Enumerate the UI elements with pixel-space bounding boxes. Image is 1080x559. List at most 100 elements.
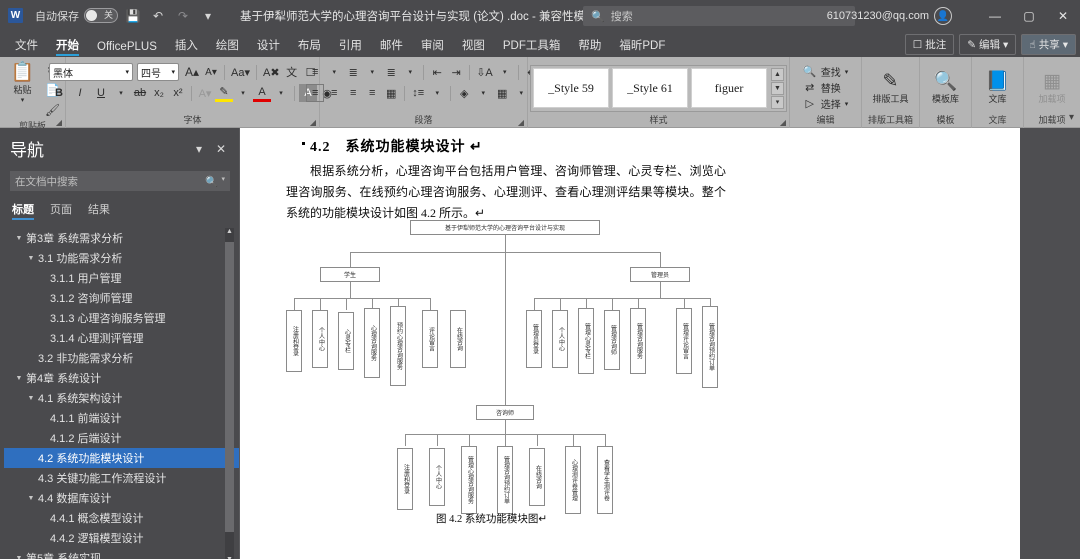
close-icon[interactable]: ✕: [210, 142, 232, 156]
font-color-icon[interactable]: A: [253, 84, 271, 102]
borders-icon[interactable]: ▦: [493, 84, 511, 102]
paste-button[interactable]: 📋 粘贴 ▾: [3, 61, 43, 105]
chevron-down-icon[interactable]: ▾: [272, 84, 290, 102]
nav-heading-item[interactable]: 4.4.2 逻辑模型设计: [4, 528, 240, 548]
chevron-down-icon[interactable]: ▾: [428, 84, 446, 102]
navigation-scrollbar[interactable]: ▲ ▼: [225, 228, 234, 559]
comments-button[interactable]: ☐ 批注: [904, 34, 955, 55]
nav-tab-results[interactable]: 结果: [88, 201, 110, 220]
document-area[interactable]: 4.2 系统功能模块设计 ↵ 根据系统分析，心理咨询平台包括用户管理、咨询师管理…: [240, 128, 1080, 559]
document-page[interactable]: 4.2 系统功能模块设计 ↵ 根据系统分析，心理咨询平台包括用户管理、咨询师管理…: [240, 128, 1020, 559]
tab-mailings[interactable]: 邮件: [371, 34, 412, 57]
nav-heading-item[interactable]: 3.1.1 用户管理: [4, 268, 240, 288]
select-button[interactable]: ▷ 选择 ▾: [803, 96, 849, 111]
chevron-down-icon[interactable]: ▾: [363, 63, 381, 81]
nav-heading-item[interactable]: 3.1.2 咨询师管理: [4, 288, 240, 308]
nav-heading-item[interactable]: 4.3 关键功能工作流程设计: [4, 468, 240, 488]
subscript-button[interactable]: x₂: [150, 84, 168, 102]
numbering-icon[interactable]: ≣: [344, 63, 362, 81]
nav-heading-item[interactable]: 3.1.4 心理测评管理: [4, 328, 240, 348]
font-size-input[interactable]: 四号 ▾: [137, 63, 179, 81]
autosave-toggle[interactable]: 关: [84, 8, 118, 23]
change-case-button[interactable]: Aa▾: [229, 63, 252, 81]
expand-arrow-icon[interactable]: ▼: [12, 375, 26, 382]
share-button[interactable]: ☝ 共享 ▾: [1021, 34, 1076, 55]
nav-heading-item[interactable]: 4.4.1 概念模型设计: [4, 508, 240, 528]
line-spacing-icon[interactable]: ↕≡: [409, 84, 427, 102]
tab-pdf-toolbox[interactable]: PDF工具箱: [494, 34, 570, 57]
expand-arrow-icon[interactable]: ▼: [24, 395, 38, 402]
expand-arrow-icon[interactable]: ▼: [24, 255, 38, 262]
tab-file[interactable]: 文件: [6, 34, 47, 57]
chevron-down-icon[interactable]: ▾: [474, 84, 492, 102]
account-info[interactable]: 610731230@qq.com 👤: [827, 7, 952, 25]
editing-mode-button[interactable]: ✎ 编辑 ▾: [959, 34, 1017, 55]
tab-insert[interactable]: 插入: [166, 34, 207, 57]
align-center-icon[interactable]: ≡: [325, 84, 343, 102]
library-button[interactable]: 📘 文库: [978, 70, 1018, 105]
underline-button[interactable]: U: [91, 84, 111, 102]
save-icon[interactable]: 💾: [123, 6, 143, 26]
navigation-search-input[interactable]: 在文档中搜索 🔍 ▾: [10, 171, 230, 191]
nav-heading-item[interactable]: ▼ 第5章 系统实现: [4, 548, 240, 559]
customize-quick-access-icon[interactable]: ▾: [198, 6, 218, 26]
collapse-ribbon-button[interactable]: ▾: [1069, 112, 1074, 123]
tab-design[interactable]: 设计: [248, 34, 289, 57]
nav-heading-item[interactable]: 4.1.1 前端设计: [4, 408, 240, 428]
close-button[interactable]: ✕: [1046, 0, 1080, 31]
tab-draw[interactable]: 绘图: [207, 34, 248, 57]
font-dialog-launcher[interactable]: ◢: [310, 118, 316, 127]
align-right-icon[interactable]: ≡: [344, 84, 362, 102]
nav-heading-item[interactable]: 3.2 非功能需求分析: [4, 348, 240, 368]
italic-button[interactable]: I: [70, 84, 90, 102]
minimize-button[interactable]: —: [978, 0, 1012, 31]
sort-icon[interactable]: ⇩A: [474, 63, 495, 81]
undo-icon[interactable]: ↶: [148, 6, 168, 26]
bullets-icon[interactable]: ≡: [306, 63, 324, 81]
styles-scroll-down-button[interactable]: ▼: [771, 81, 784, 95]
style-item-2[interactable]: _Style 61: [612, 68, 688, 108]
search-input[interactable]: 🔍 搜索: [583, 6, 855, 26]
nav-heading-item[interactable]: ▼ 第4章 系统设计: [4, 368, 240, 388]
align-left-icon[interactable]: ≡: [306, 84, 325, 102]
typeset-tool-button[interactable]: ✎ 排版工具: [871, 70, 911, 105]
tab-foxit-pdf[interactable]: 福昕PDF: [610, 34, 674, 57]
styles-dialog-launcher[interactable]: ◢: [780, 118, 786, 127]
chevron-down-icon[interactable]: ▾: [401, 63, 419, 81]
scroll-up-arrow-icon[interactable]: ▲: [225, 228, 234, 240]
bold-button[interactable]: B: [49, 84, 69, 102]
expand-arrow-icon[interactable]: ▼: [12, 235, 26, 242]
avatar[interactable]: 👤: [934, 7, 952, 25]
chevron-down-icon[interactable]: ▾: [112, 84, 130, 102]
text-effects-icon[interactable]: A▾: [196, 84, 214, 102]
chevron-down-icon[interactable]: ▾: [234, 84, 252, 102]
tab-review[interactable]: 审阅: [412, 34, 453, 57]
replace-button[interactable]: ⇄ 替换: [803, 80, 849, 95]
expand-arrow-icon[interactable]: ▼: [12, 555, 26, 559]
nav-heading-item[interactable]: 3.1.3 心理咨询服务管理: [4, 308, 240, 328]
nav-heading-item-selected[interactable]: 4.2 系统功能模块设计: [4, 448, 240, 468]
distribute-icon[interactable]: ▦: [382, 84, 400, 102]
styles-more-button[interactable]: ▾: [771, 95, 784, 109]
clear-formatting-icon[interactable]: A✖: [261, 63, 282, 81]
find-button[interactable]: 🔍 查找 ▾: [803, 64, 848, 79]
chevron-down-icon[interactable]: ▾: [325, 63, 343, 81]
grow-font-button[interactable]: A▴: [183, 63, 201, 81]
redo-icon[interactable]: ↷: [173, 6, 193, 26]
clipboard-dialog-launcher[interactable]: ◢: [56, 118, 62, 127]
restore-button[interactable]: ▢: [1012, 0, 1046, 31]
strikethrough-icon[interactable]: ab: [131, 84, 149, 102]
addins-button[interactable]: ▦ 加载项: [1032, 70, 1072, 105]
expand-arrow-icon[interactable]: ▼: [24, 495, 38, 502]
paragraph-dialog-launcher[interactable]: ◢: [518, 118, 524, 127]
navigation-heading-list[interactable]: ▼ 第3章 系统需求分析 ▼ 3.1 功能需求分析 3.1.1 用户管理 3.1…: [0, 228, 240, 559]
nav-heading-item[interactable]: ▼ 4.1 系统架构设计: [4, 388, 240, 408]
style-item-1[interactable]: _Style 59: [533, 68, 609, 108]
phonetic-guide-icon[interactable]: 文: [283, 63, 301, 81]
tab-help[interactable]: 帮助: [569, 34, 610, 57]
multilevel-list-icon[interactable]: ≣: [382, 63, 400, 81]
scrollbar-thumb[interactable]: [225, 242, 234, 532]
nav-heading-item[interactable]: 4.1.2 后端设计: [4, 428, 240, 448]
superscript-button[interactable]: x²: [169, 84, 187, 102]
chevron-down-icon[interactable]: ▾: [221, 175, 225, 188]
